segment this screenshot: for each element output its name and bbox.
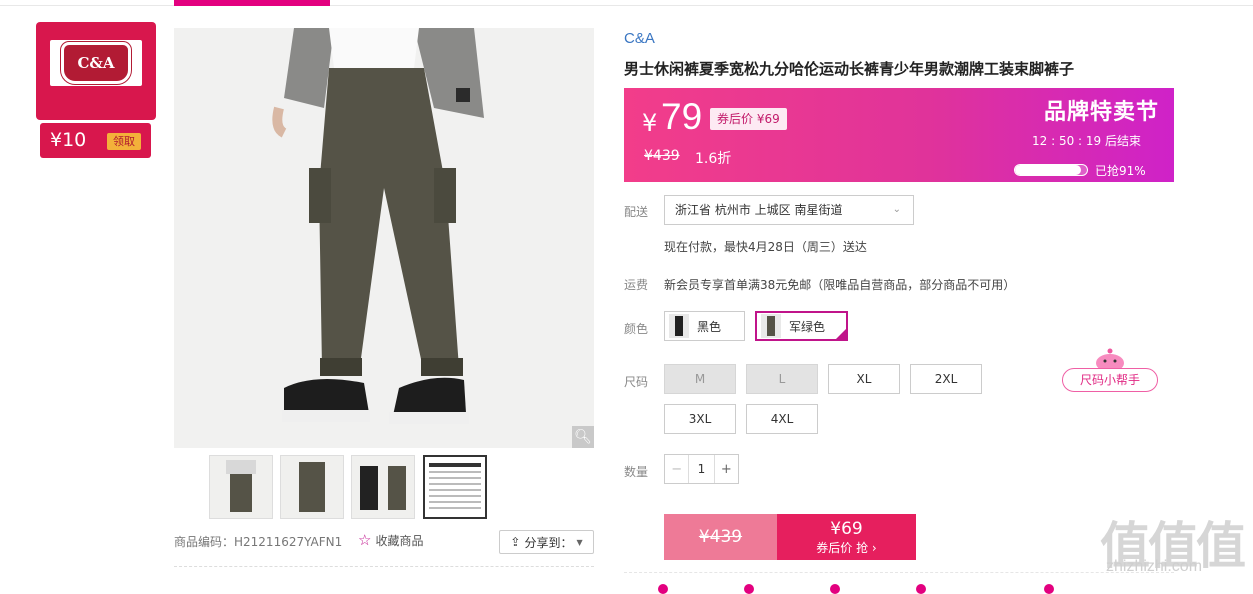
quantity-label: 数量: [624, 465, 649, 479]
color-option-army-green[interactable]: 军绿色 ✓: [755, 311, 861, 342]
share-label: 分享到：: [524, 535, 573, 550]
color-option-label: 军绿色: [789, 319, 826, 334]
quantity-decrease-button[interactable]: −: [665, 455, 690, 483]
buy-coupon-action: 券后价 抢 ›: [816, 540, 877, 555]
after-coupon-price: 券后价 ¥69: [710, 108, 787, 130]
size-option-l[interactable]: L: [746, 364, 818, 394]
color-swatch-black: [669, 314, 689, 338]
delivery-eta: 现在付款，最快4月28日（周三）送达: [664, 240, 867, 254]
address-value: 浙江省 杭州市 上城区 南星街道: [675, 203, 843, 217]
share-icon: ⇪: [510, 535, 521, 549]
buy-original-price[interactable]: ¥439: [664, 514, 777, 560]
service-dot-icon: [1044, 584, 1054, 594]
original-price: ¥439: [644, 148, 680, 164]
star-icon: ☆: [358, 531, 372, 549]
favorite-button[interactable]: ☆ 收藏商品: [358, 531, 423, 549]
brand-store-card[interactable]: C&A: [36, 22, 156, 120]
snapped-percent: 已抢91%: [1095, 164, 1146, 178]
color-option-label: 黑色: [697, 319, 722, 334]
quantity-value[interactable]: 1: [689, 455, 713, 483]
snapped-progress-bar: [1014, 164, 1088, 176]
size-option-4xl[interactable]: 4XL: [746, 404, 818, 434]
brand-coupon[interactable]: ¥10 领取: [40, 123, 151, 158]
thumbnail-1[interactable]: [209, 455, 273, 519]
buy-coupon-price: ¥69: [830, 518, 863, 539]
coupon-amount: ¥10: [50, 129, 87, 151]
festival-title: 品牌特卖节: [1044, 100, 1160, 125]
size-option-m[interactable]: M: [664, 364, 736, 394]
size-option-3xl[interactable]: 3XL: [664, 404, 736, 434]
shipping-info: 新会员专享首单满38元免邮（限唯品自营商品，部分商品不可用）: [664, 278, 1016, 292]
price-banner: ¥ 79 券后价 ¥69 ¥439 1.6折 品牌特卖节 12 : 50 : 1…: [624, 88, 1174, 182]
right-divider: [624, 572, 1174, 573]
color-label: 颜色: [624, 322, 649, 336]
shipping-label: 运费: [624, 278, 649, 292]
favorite-label: 收藏商品: [375, 533, 424, 548]
service-dot-icon: [830, 584, 840, 594]
discount-rate: 1.6折: [695, 151, 732, 167]
thumbnail-3[interactable]: [351, 455, 415, 519]
thumbnail-2[interactable]: [280, 455, 344, 519]
countdown-timer: 12 : 50 : 19 后结束: [1032, 134, 1141, 148]
size-label: 尺码: [624, 375, 649, 389]
brand-logo-mark: C&A: [61, 42, 131, 84]
brand-link[interactable]: C&A: [624, 30, 655, 47]
service-dot-icon: [658, 584, 668, 594]
active-tab-indicator: [174, 0, 330, 6]
chevron-down-icon: ⌄: [892, 204, 901, 215]
left-divider: [174, 566, 594, 567]
size-helper-button[interactable]: 尺码小帮手: [1062, 368, 1158, 392]
thumbnail-4-size-chart[interactable]: [423, 455, 487, 519]
product-title: 男士休闲裤夏季宽松九分哈伦运动长裤青少年男款潮牌工装束脚裤子: [624, 60, 1075, 78]
chevron-down-icon: ▼: [576, 537, 583, 547]
quantity-increase-button[interactable]: +: [713, 455, 738, 483]
watermark-url: zhizhizhi.com: [1106, 558, 1203, 575]
size-option-2xl[interactable]: 2XL: [910, 364, 982, 394]
brand-logo: C&A: [50, 40, 142, 86]
share-button[interactable]: ⇪ 分享到： ▼: [499, 530, 594, 554]
service-dot-icon: [744, 584, 754, 594]
selected-check-icon: ✓: [834, 327, 861, 342]
site-watermark: 值值值 zhizhizhi.com: [1100, 506, 1246, 578]
address-select[interactable]: 浙江省 杭州市 上城区 南星街道 ⌄: [664, 195, 914, 225]
zoom-icon[interactable]: 🔍︎: [572, 426, 594, 448]
color-option-black[interactable]: 黑色: [664, 311, 745, 341]
product-main-image[interactable]: 🔍︎: [174, 28, 594, 448]
buy-coupon-button[interactable]: ¥69 券后价 抢 ›: [777, 514, 916, 560]
pig-mascot-icon: [1096, 348, 1124, 370]
currency-symbol: ¥: [642, 109, 658, 137]
size-option-xl[interactable]: XL: [828, 364, 900, 394]
quantity-stepper: − 1 +: [664, 454, 739, 484]
color-swatch-army-green: [761, 314, 781, 338]
sale-price: 79: [661, 96, 703, 137]
product-code: 商品编码：H21211627YAFN1: [174, 535, 343, 549]
claim-coupon-button[interactable]: 领取: [107, 133, 141, 150]
delivery-label: 配送: [624, 205, 649, 219]
buy-button-group: ¥439 ¥69 券后价 抢 ›: [664, 514, 916, 560]
service-dot-icon: [916, 584, 926, 594]
